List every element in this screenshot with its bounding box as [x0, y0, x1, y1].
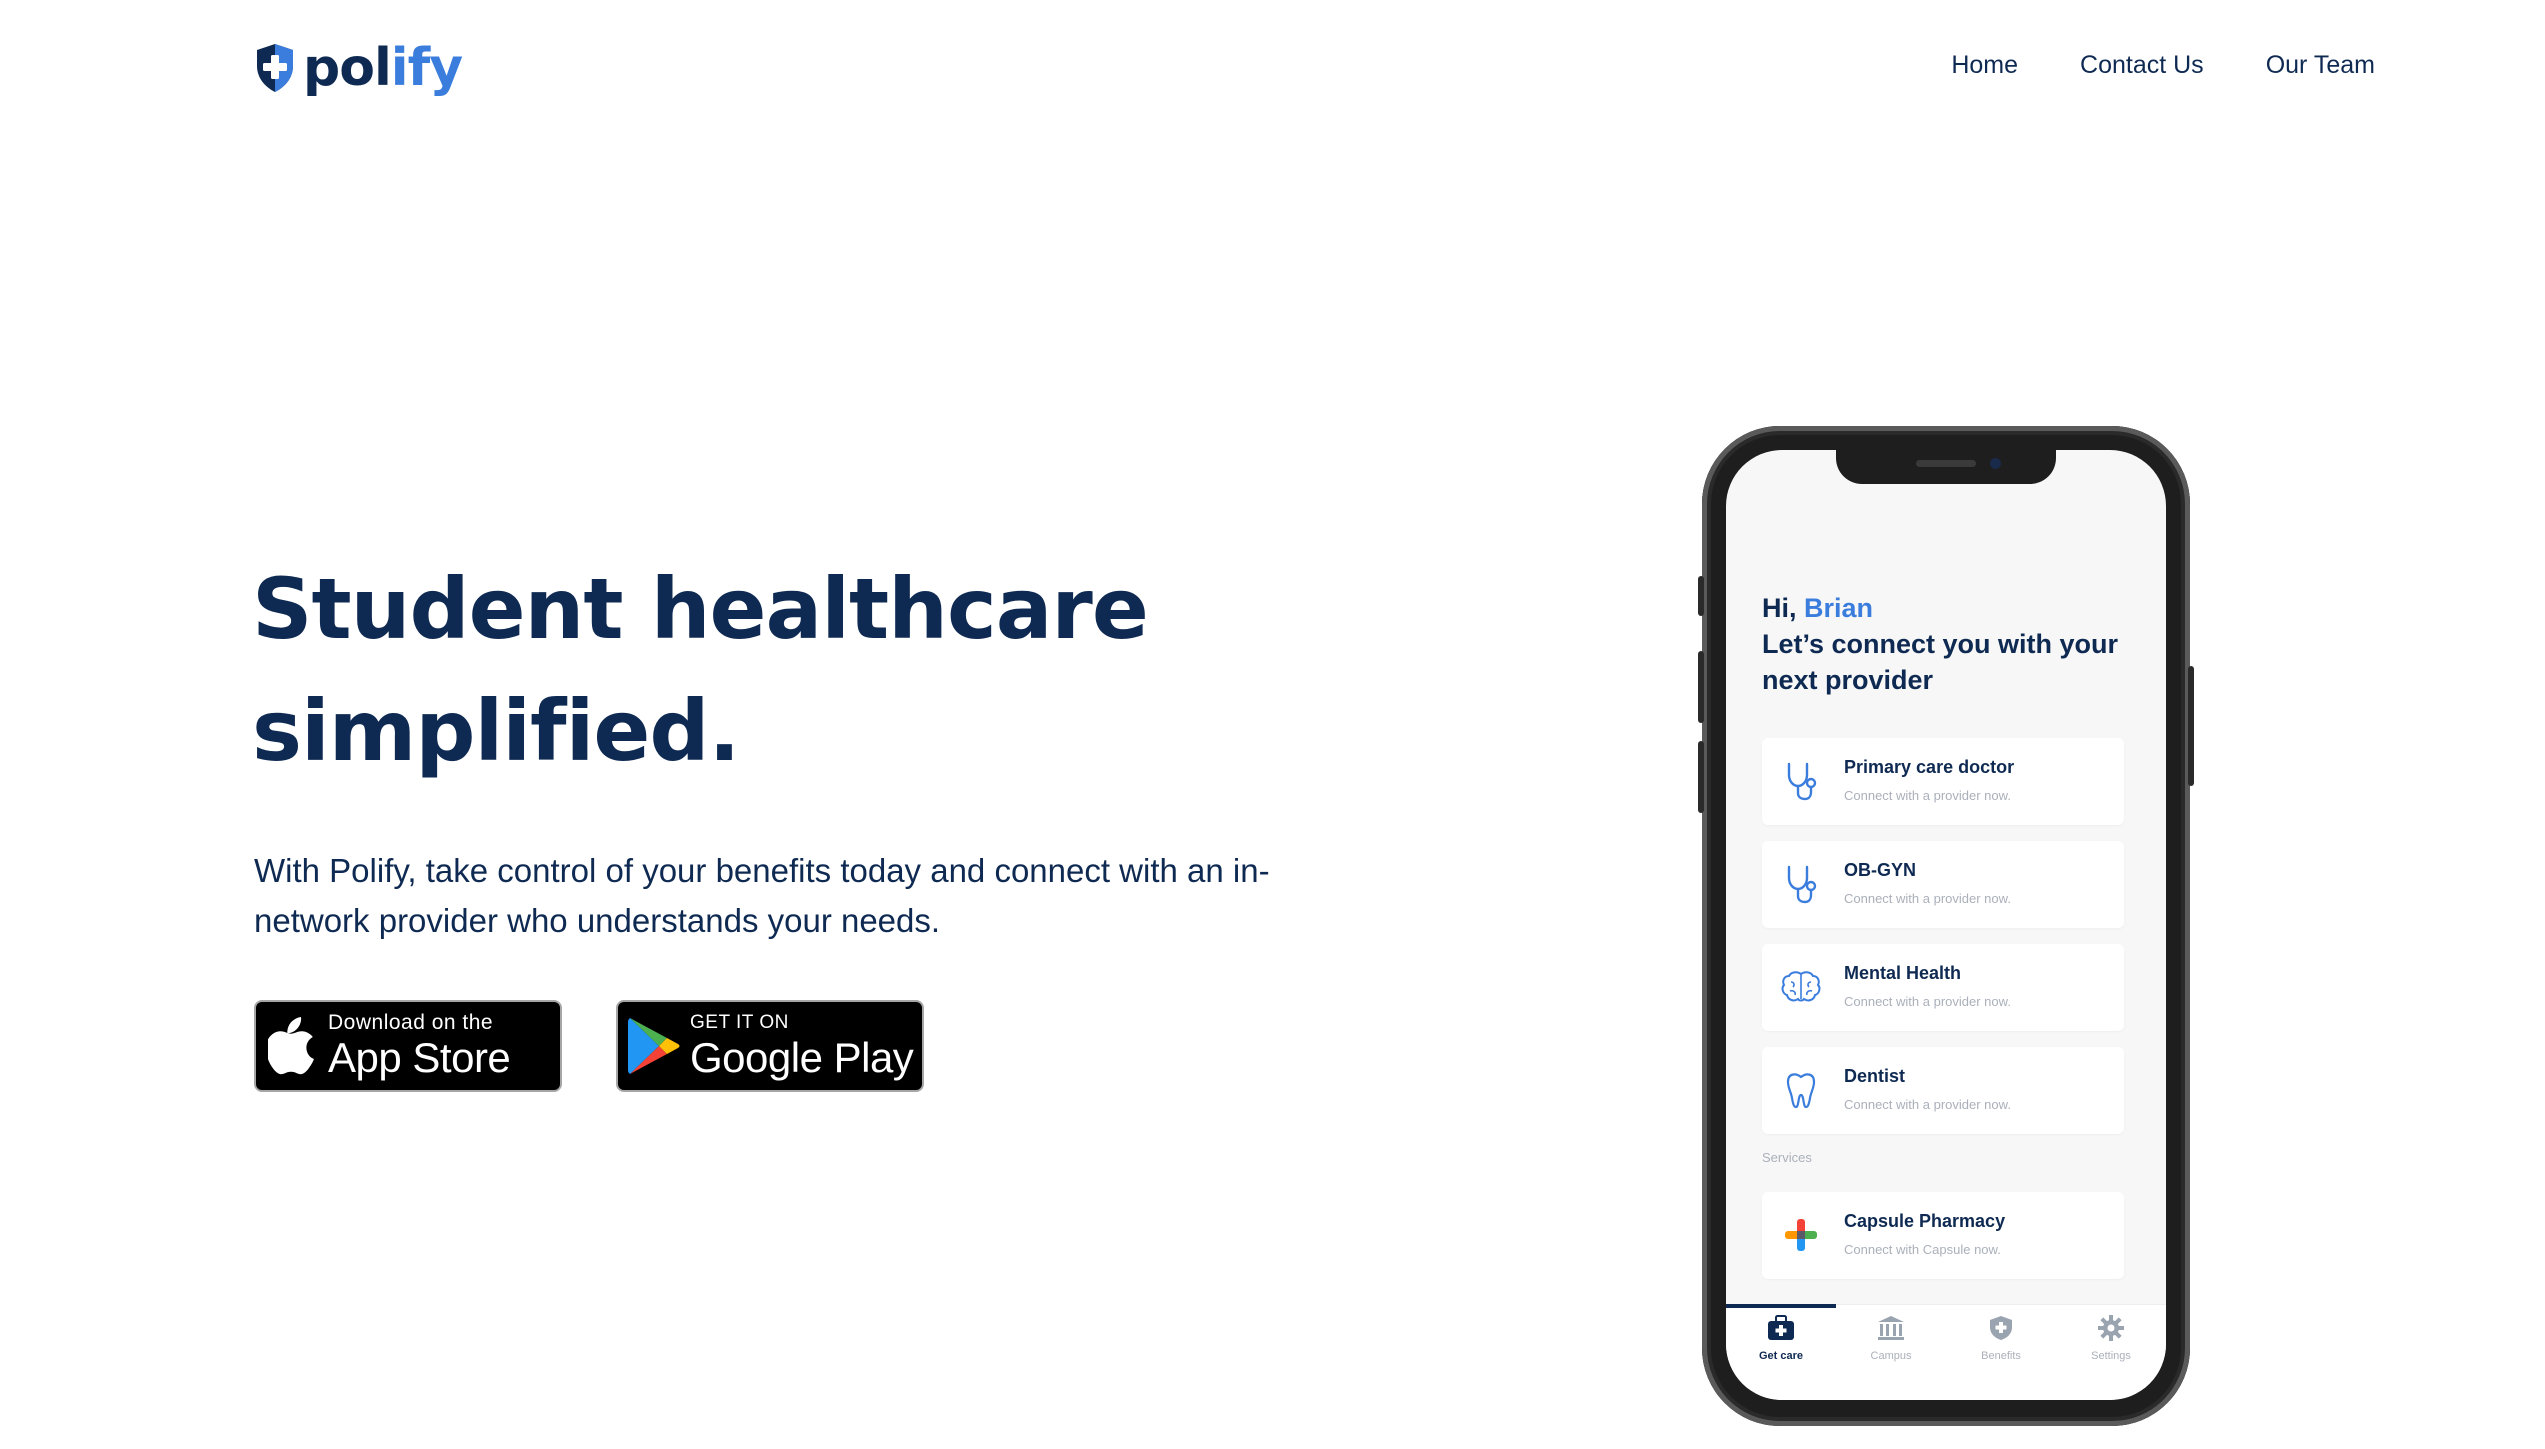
tab-campus[interactable]: Campus	[1836, 1315, 1946, 1362]
apple-icon	[256, 1017, 328, 1075]
campus-building-icon	[1878, 1316, 1904, 1340]
hero-subtext: With Polify, take control of your benefi…	[254, 852, 1270, 939]
active-tab-indicator	[1726, 1304, 1836, 1308]
greeting-prefix: Hi,	[1762, 593, 1805, 623]
stethoscope-icon	[1780, 760, 1822, 802]
tab-get-care[interactable]: Get care	[1726, 1315, 1836, 1362]
user-name: Brian	[1804, 593, 1874, 623]
google-play-small-text: GET IT ON	[690, 1012, 789, 1033]
phone-volume-up	[1698, 651, 1704, 723]
google-play-icon	[618, 1016, 690, 1076]
app-greeting: Hi, Brian Let’s connect you with your ne…	[1762, 590, 2132, 698]
main-nav: Home Contact Us Our Team	[1951, 46, 2375, 84]
shield-icon	[1990, 1316, 2012, 1340]
tab-settings[interactable]: Settings	[2056, 1315, 2166, 1362]
tab-label: Benefits	[1981, 1350, 2021, 1362]
app-store-small-text: Download on the	[328, 1011, 494, 1034]
logo-text-part2: ify	[390, 38, 463, 98]
speaker-grill	[1916, 460, 1976, 467]
tab-label: Campus	[1870, 1350, 1912, 1362]
provider-title: OB-GYN	[1844, 860, 1916, 880]
service-subtitle: Connect with Capsule now.	[1844, 1242, 2001, 1257]
app-store-button[interactable]: Download on the App Store	[254, 1000, 562, 1092]
logo-wordmark: polify	[303, 42, 463, 94]
logo-text-part1: pol	[303, 38, 392, 98]
phone-notch	[1836, 450, 2056, 484]
provider-card-mental-health[interactable]: Mental Health Connect with a provider no…	[1762, 944, 2124, 1031]
greeting-tagline: Let’s connect you with your next provide…	[1762, 629, 2119, 695]
hero-headline-line2: simplified.	[252, 682, 740, 780]
phone-volume-down	[1698, 741, 1704, 813]
phone-silent-switch	[1698, 576, 1704, 616]
pharmacy-cross-icon	[1780, 1214, 1822, 1256]
phone-power-button	[2188, 666, 2194, 786]
tooth-icon	[1780, 1069, 1822, 1111]
provider-title: Primary care doctor	[1844, 757, 2015, 777]
medical-kit-icon	[1768, 1315, 1794, 1340]
brain-icon	[1780, 966, 1822, 1008]
google-play-button[interactable]: GET IT ON Google Play	[616, 1000, 924, 1092]
nav-contact-us[interactable]: Contact Us	[2080, 46, 2204, 84]
nav-home[interactable]: Home	[1951, 46, 2018, 84]
shield-plus-icon	[257, 44, 293, 92]
provider-title: Mental Health	[1844, 963, 1962, 983]
provider-card-ob-gyn[interactable]: OB-GYN Connect with a provider now.	[1762, 841, 2124, 928]
provider-card-dentist[interactable]: Dentist Connect with a provider now.	[1762, 1047, 2124, 1134]
provider-subtitle: Connect with a provider now.	[1844, 891, 2011, 906]
service-title: Capsule Pharmacy	[1844, 1211, 2006, 1231]
tab-benefits[interactable]: Benefits	[1946, 1315, 2056, 1362]
bottom-tab-bar: Get care Campus Benefits Settings	[1726, 1304, 2166, 1400]
phone-screen: Hi, Brian Let’s connect you with your ne…	[1726, 450, 2166, 1400]
hero-headline: Student healthcare simplified.	[252, 548, 1152, 792]
service-card-capsule-pharmacy[interactable]: Capsule Pharmacy Connect with Capsule no…	[1762, 1192, 2124, 1279]
provider-subtitle: Connect with a provider now.	[1844, 1097, 2011, 1112]
google-play-big-text: Google Play	[690, 1034, 914, 1081]
front-camera	[1990, 458, 2001, 469]
provider-card-primary-care[interactable]: Primary care doctor Connect with a provi…	[1762, 738, 2124, 825]
tab-label: Settings	[2091, 1350, 2131, 1362]
provider-title: Dentist	[1844, 1066, 1906, 1086]
gear-icon	[2098, 1315, 2124, 1341]
provider-subtitle: Connect with a provider now.	[1844, 994, 2011, 1009]
phone-mockup: Hi, Brian Let’s connect you with your ne…	[1698, 426, 2194, 1426]
app-store-big-text: App Store	[328, 1034, 511, 1081]
tab-label: Get care	[1758, 1350, 1804, 1362]
services-label: Services	[1762, 1150, 1812, 1165]
hero-headline-line1: Student healthcare	[252, 560, 1149, 658]
stethoscope-icon	[1780, 863, 1822, 905]
logo[interactable]: polify	[253, 36, 463, 100]
nav-our-team[interactable]: Our Team	[2266, 46, 2375, 84]
provider-subtitle: Connect with a provider now.	[1844, 788, 2011, 803]
